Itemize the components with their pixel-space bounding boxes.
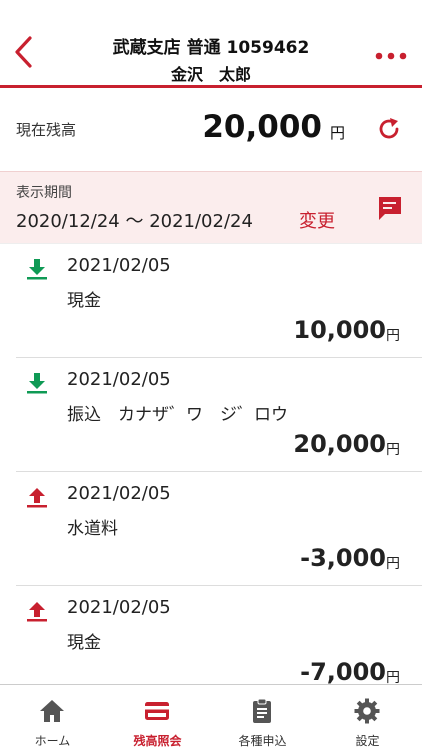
clipboard-icon (253, 698, 271, 723)
transaction-amount: 10,000 (293, 316, 386, 344)
amount-unit: 円 (386, 442, 400, 458)
gear-icon (354, 698, 380, 724)
transaction-date: 2021/02/05 (67, 597, 171, 618)
tab-label: 設定 (355, 734, 380, 748)
amount-unit: 円 (386, 328, 400, 344)
list-item[interactable]: 2021/02/05 現金 -7,000 円 (16, 586, 422, 684)
transaction-date: 2021/02/05 (67, 483, 171, 504)
transaction-description: 水道料 (67, 519, 118, 539)
list-item[interactable]: 2021/02/05 水道料 -3,000 円 (16, 472, 422, 586)
tab-label: 各種申込 (238, 734, 287, 748)
tab-settings[interactable]: 設定 (315, 685, 420, 750)
balance-unit: 円 (330, 124, 346, 142)
message-button[interactable] (376, 194, 404, 222)
tab-applications[interactable]: 各種申込 (210, 685, 315, 750)
home-icon (40, 700, 64, 722)
app-header: 武蔵支店 普通 1059462 金沢 太郎 (0, 0, 422, 88)
download-icon (27, 259, 47, 280)
transaction-description: 現金 (67, 291, 101, 311)
account-holder-name: 金沢 太郎 (170, 65, 251, 84)
bottom-tab-bar: ホーム 残高照会 各種申込 設定 (0, 684, 422, 750)
transaction-list: 2021/02/05 現金 10,000 円 2021/02/05 振込 カナザ… (0, 244, 422, 684)
account-info: 武蔵支店 普通 1059462 (112, 38, 310, 58)
transaction-date: 2021/02/05 (67, 255, 171, 276)
refresh-icon (379, 118, 399, 139)
display-period: 表示期間 2020/12/24 ～ 2021/02/24 変更 (0, 171, 422, 244)
download-icon (27, 373, 47, 394)
list-item[interactable]: 2021/02/05 現金 10,000 円 (16, 244, 422, 358)
period-label: 表示期間 (16, 185, 72, 201)
refresh-button[interactable] (376, 116, 402, 142)
amount-unit: 円 (386, 556, 400, 572)
transaction-amount: -3,000 (300, 544, 386, 572)
card-icon (145, 702, 169, 720)
tab-label: 残高照会 (133, 734, 182, 748)
message-icon (379, 197, 401, 220)
period-range: 2020/12/24 ～ 2021/02/24 (16, 211, 253, 232)
more-menu-button[interactable] (374, 48, 408, 62)
tab-balance-inquiry[interactable]: 残高照会 (105, 685, 210, 750)
amount-unit: 円 (386, 670, 400, 684)
current-balance: 現在残高 20,000 円 (0, 91, 422, 171)
list-item[interactable]: 2021/02/05 振込 カナザ゛ワ ジ゛ロウ 20,000 円 (16, 358, 422, 472)
change-period-link[interactable]: 変更 (299, 207, 335, 233)
balance-label: 現在残高 (16, 121, 77, 139)
transaction-amount: 20,000 (293, 430, 386, 458)
tab-home[interactable]: ホーム (0, 685, 105, 750)
upload-icon (27, 602, 47, 622)
balance-amount: 20,000 (202, 109, 322, 145)
transaction-description: 現金 (67, 633, 101, 653)
transaction-date: 2021/02/05 (67, 369, 171, 390)
upload-icon (27, 488, 47, 508)
transaction-description: 振込 カナザ゛ワ ジ゛ロウ (67, 405, 288, 425)
more-dots-icon (375, 52, 407, 60)
tab-label: ホーム (34, 734, 71, 748)
transaction-amount: -7,000 (300, 658, 386, 684)
